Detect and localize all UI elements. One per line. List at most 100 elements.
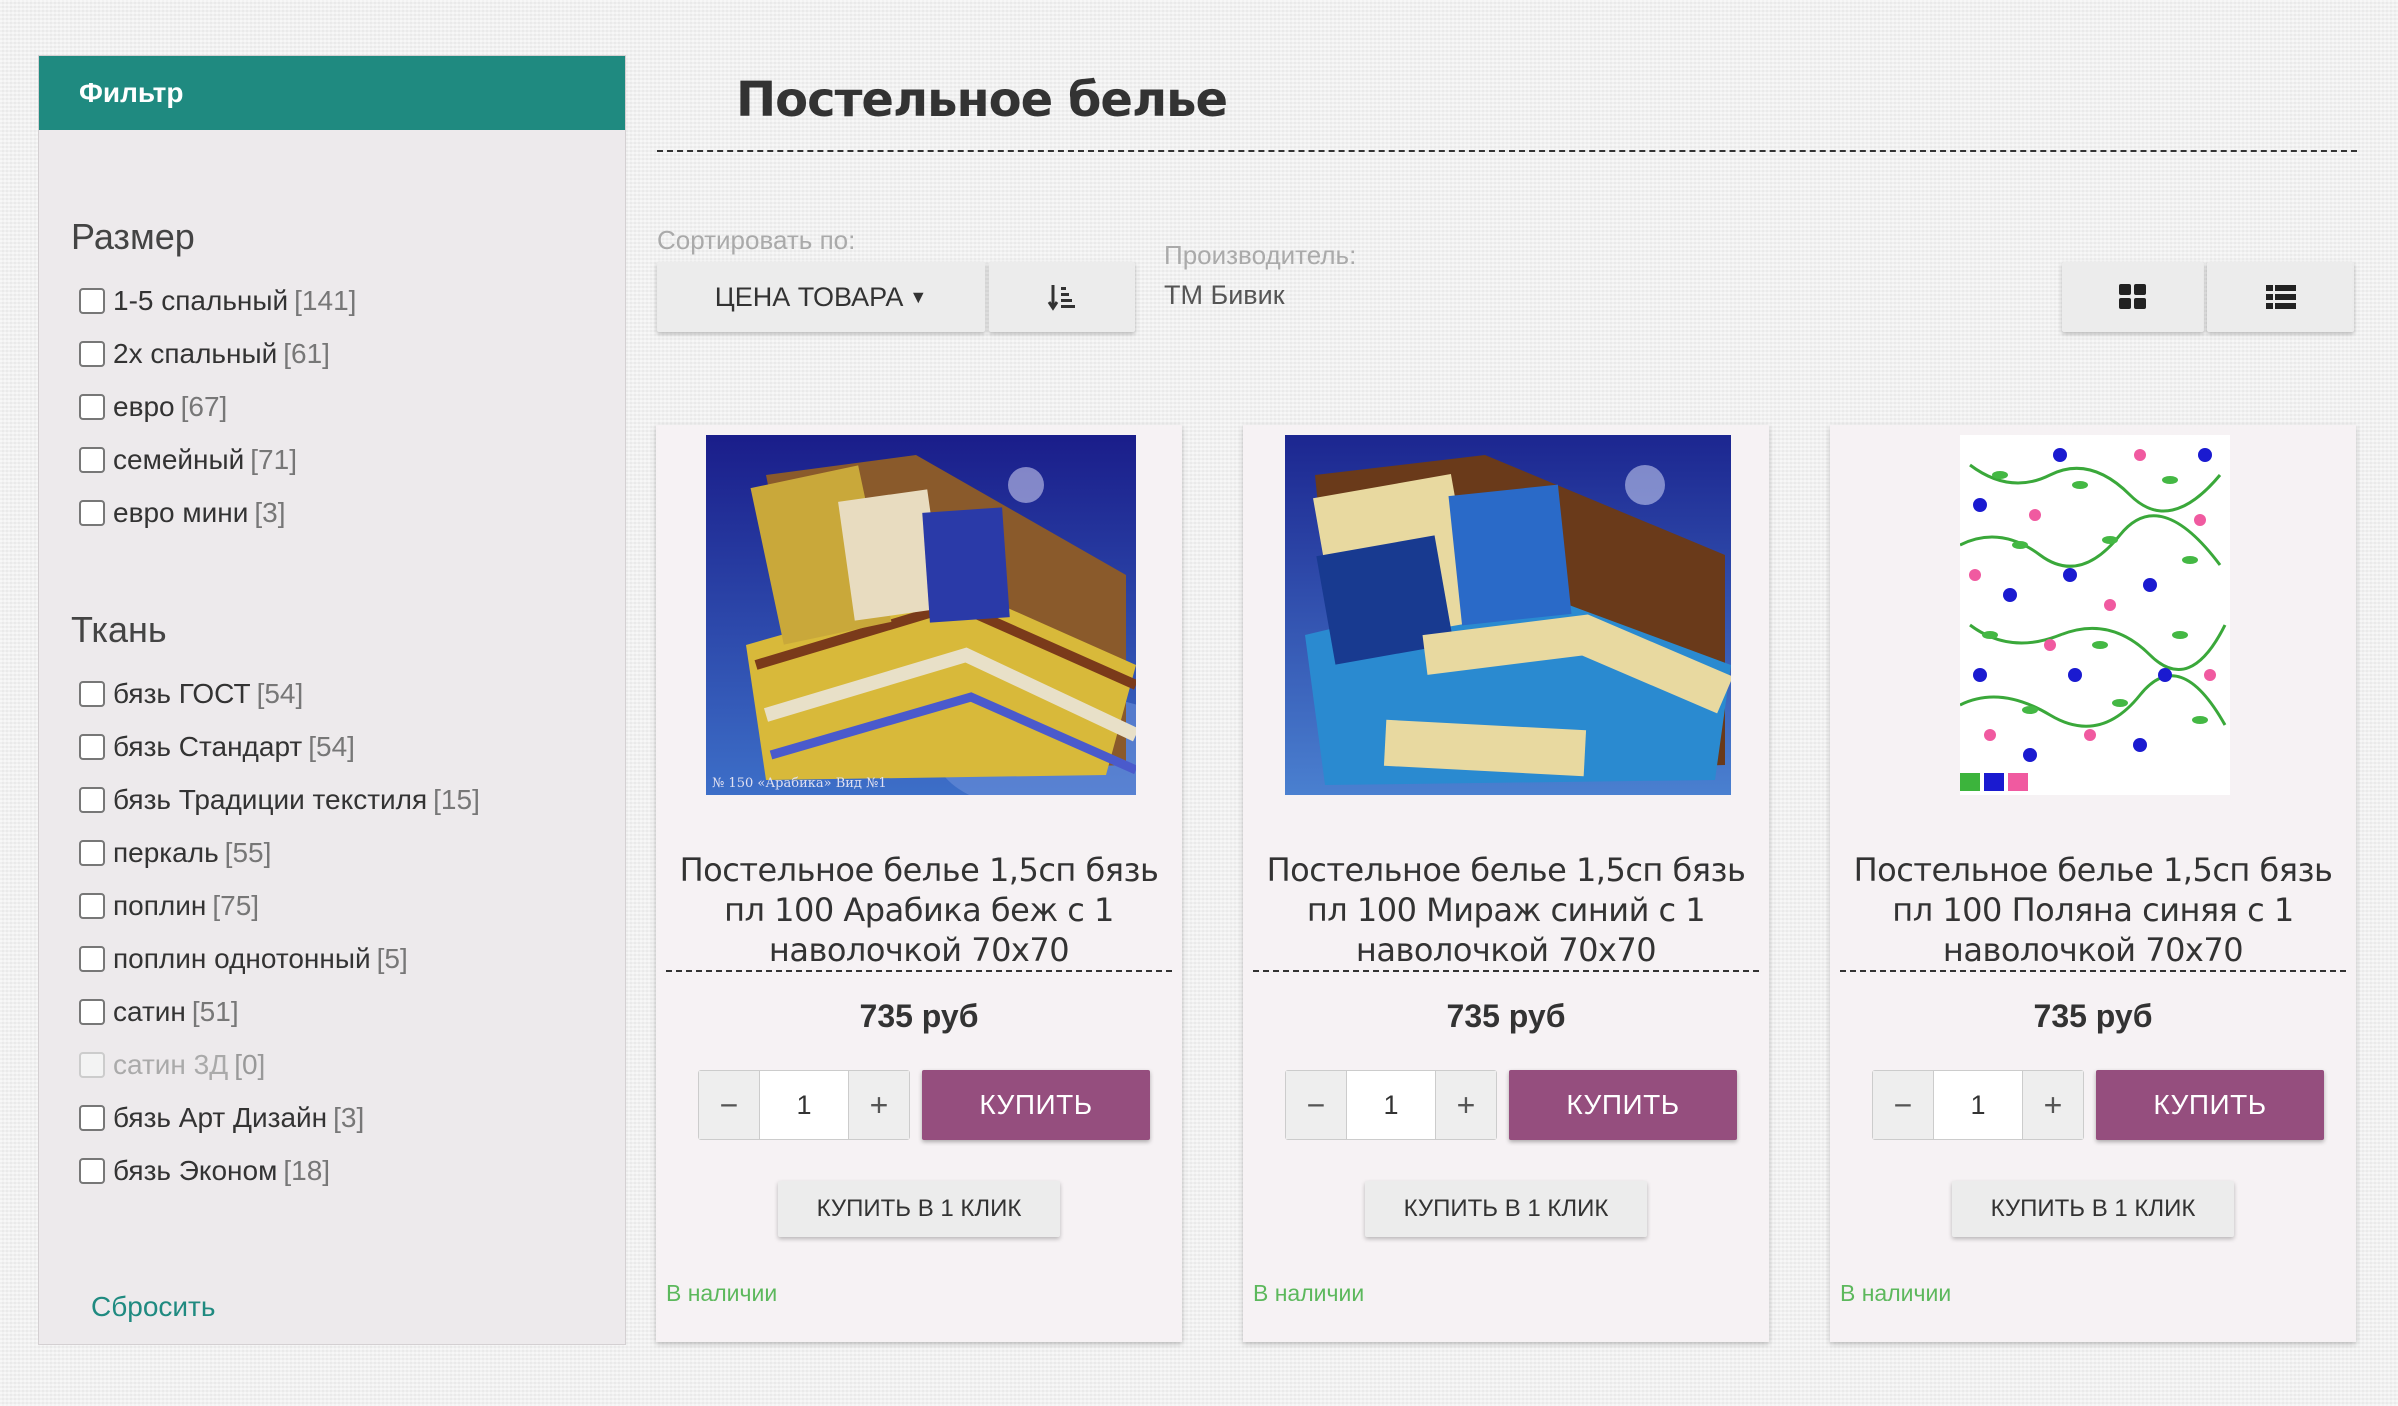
- sort-by-dropdown[interactable]: ЦЕНА ТОВАРА ▼: [657, 262, 985, 332]
- caret-down-icon: ▼: [909, 286, 928, 307]
- list-view-icon: [2265, 285, 2296, 309]
- filter-option-count: [61]: [283, 337, 330, 369]
- filter-option[interactable]: бязь Традиции текстиля [15]: [71, 773, 625, 826]
- filter-option[interactable]: перкаль [55]: [71, 826, 625, 879]
- manufacturer-label: Производитель:: [1164, 240, 1357, 270]
- sort-amount-icon: [1047, 285, 1075, 311]
- increase-button[interactable]: +: [2023, 1071, 2083, 1139]
- filter-option[interactable]: поплин [75]: [71, 879, 625, 932]
- buy-one-click-button[interactable]: КУПИТЬ В 1 КЛИК: [778, 1181, 1060, 1237]
- checkbox[interactable]: [79, 998, 105, 1025]
- product-image[interactable]: [1960, 435, 2230, 795]
- filter-option[interactable]: евро [67]: [71, 380, 625, 433]
- filter-option-label: евро: [113, 390, 175, 422]
- checkbox[interactable]: [79, 499, 105, 526]
- image-caption: № 150 «Арабика» Вид №1: [712, 776, 887, 791]
- filter-option-count: [3]: [254, 496, 286, 528]
- color-swatches: [1960, 773, 2028, 791]
- filter-option-label: бязь Стандарт: [113, 730, 303, 762]
- checkbox[interactable]: [79, 733, 105, 760]
- checkbox[interactable]: [79, 839, 105, 866]
- increase-button[interactable]: +: [849, 1071, 909, 1139]
- checkbox[interactable]: [79, 945, 105, 972]
- buy-button[interactable]: КУПИТЬ: [2096, 1070, 2324, 1140]
- quantity-stepper: − 1 +: [1872, 1070, 2084, 1140]
- filter-option-count: [67]: [180, 390, 228, 422]
- sort-direction-button[interactable]: [989, 262, 1135, 332]
- decrease-button[interactable]: −: [1873, 1071, 1933, 1139]
- filter-option[interactable]: семейный [71]: [71, 433, 625, 486]
- list-view-button[interactable]: [2207, 262, 2354, 332]
- product-divider: [666, 970, 1172, 972]
- manufacturer-value[interactable]: ТМ Бивик: [1164, 280, 1285, 311]
- checkbox[interactable]: [79, 680, 105, 707]
- filter-option[interactable]: 2х спальный [61]: [71, 327, 625, 380]
- buy-button[interactable]: КУПИТЬ: [1509, 1070, 1737, 1140]
- filter-option-count: [15]: [433, 783, 480, 815]
- swatch-pink: [2008, 773, 2028, 791]
- quantity-input[interactable]: 1: [1346, 1071, 1436, 1139]
- quantity-input[interactable]: 1: [1933, 1071, 2023, 1139]
- filter-option-label: поплин однотонный: [113, 942, 371, 974]
- grid-view-icon: [2119, 284, 2146, 309]
- filter-option-count: [51]: [191, 995, 239, 1027]
- filter-option-count: [0]: [234, 1048, 266, 1080]
- filter-option[interactable]: поплин однотонный [5]: [71, 932, 625, 985]
- quantity-input[interactable]: 1: [759, 1071, 849, 1139]
- buy-one-click-button[interactable]: КУПИТЬ В 1 КЛИК: [1952, 1181, 2234, 1237]
- filter-option-count: [54]: [256, 677, 304, 709]
- product-image[interactable]: № 150 «Арабика» Вид №1: [706, 435, 1136, 795]
- filter-option[interactable]: сатин [51]: [71, 985, 625, 1038]
- filter-option[interactable]: бязь Арт Дизайн [3]: [71, 1091, 625, 1144]
- filter-option[interactable]: бязь Стандарт [54]: [71, 720, 625, 773]
- filter-option[interactable]: бязь Эконом [18]: [71, 1144, 625, 1197]
- checkbox[interactable]: [79, 1104, 105, 1131]
- filter-group-title: Размер: [71, 216, 195, 257]
- stock-status: В наличии: [1840, 1280, 1952, 1306]
- buy-button[interactable]: КУПИТЬ: [922, 1070, 1150, 1140]
- filter-option-label: бязь Эконом: [113, 1154, 278, 1186]
- filter-option-label: евро мини: [113, 496, 249, 528]
- checkbox[interactable]: [79, 892, 105, 919]
- product-name[interactable]: Постельное белье 1,5сп бязь пл 100 Мираж…: [1253, 850, 1759, 970]
- product-image[interactable]: [1285, 435, 1731, 795]
- increase-button[interactable]: +: [1436, 1071, 1496, 1139]
- page-title: Постельное белье: [736, 72, 1228, 128]
- checkbox[interactable]: [79, 786, 105, 813]
- filter-option[interactable]: 1-5 спальный [141]: [71, 274, 625, 327]
- filter-option-label: сатин 3Д: [113, 1048, 229, 1080]
- product-card: Постельное белье 1,5сп бязь пл 100 Полян…: [1830, 425, 2356, 1342]
- stock-status: В наличии: [666, 1280, 778, 1306]
- product-divider: [1840, 970, 2346, 972]
- grid-view-button[interactable]: [2062, 262, 2204, 332]
- checkbox[interactable]: [79, 1157, 105, 1184]
- checkbox[interactable]: [79, 287, 105, 314]
- decrease-button[interactable]: −: [1286, 1071, 1346, 1139]
- title-divider: [657, 150, 2357, 152]
- decrease-button[interactable]: −: [699, 1071, 759, 1139]
- sort-label: Сортировать по:: [657, 225, 856, 255]
- filter-option-count: [5]: [376, 942, 408, 974]
- filter-option-label: бязь ГОСТ: [113, 677, 251, 709]
- filter-option[interactable]: бязь ГОСТ [54]: [71, 667, 625, 720]
- filter-option[interactable]: евро мини [3]: [71, 486, 625, 539]
- product-price: 735 руб: [859, 998, 979, 1034]
- checkbox[interactable]: [79, 446, 105, 473]
- reset-filter-link[interactable]: Сбросить: [91, 1291, 215, 1323]
- filter-option-count: [3]: [333, 1101, 365, 1133]
- checkbox-disabled: [79, 1051, 105, 1078]
- product-divider: [1253, 970, 1759, 972]
- filter-option-count: [141]: [294, 284, 357, 316]
- filter-option-count: [18]: [283, 1154, 331, 1186]
- filter-option-label: 1-5 спальный: [113, 284, 289, 316]
- product-name[interactable]: Постельное белье 1,5сп бязь пл 100 Араби…: [666, 850, 1172, 970]
- quantity-stepper: − 1 +: [1285, 1070, 1497, 1140]
- filter-sidebar: Фильтр Размер 1-5 спальный [141] 2х спаль…: [38, 55, 626, 1345]
- filter-group-size: Размер 1-5 спальный [141] 2х спальный [61]…: [39, 216, 625, 539]
- product-card: № 150 «Арабика» Вид №1 Постельное белье …: [656, 425, 1182, 1342]
- checkbox[interactable]: [79, 340, 105, 367]
- checkbox[interactable]: [79, 393, 105, 420]
- product-name[interactable]: Постельное белье 1,5сп бязь пл 100 Полян…: [1840, 850, 2346, 970]
- filter-option-label: 2х спальный: [113, 337, 278, 369]
- buy-one-click-button[interactable]: КУПИТЬ В 1 КЛИК: [1365, 1181, 1647, 1237]
